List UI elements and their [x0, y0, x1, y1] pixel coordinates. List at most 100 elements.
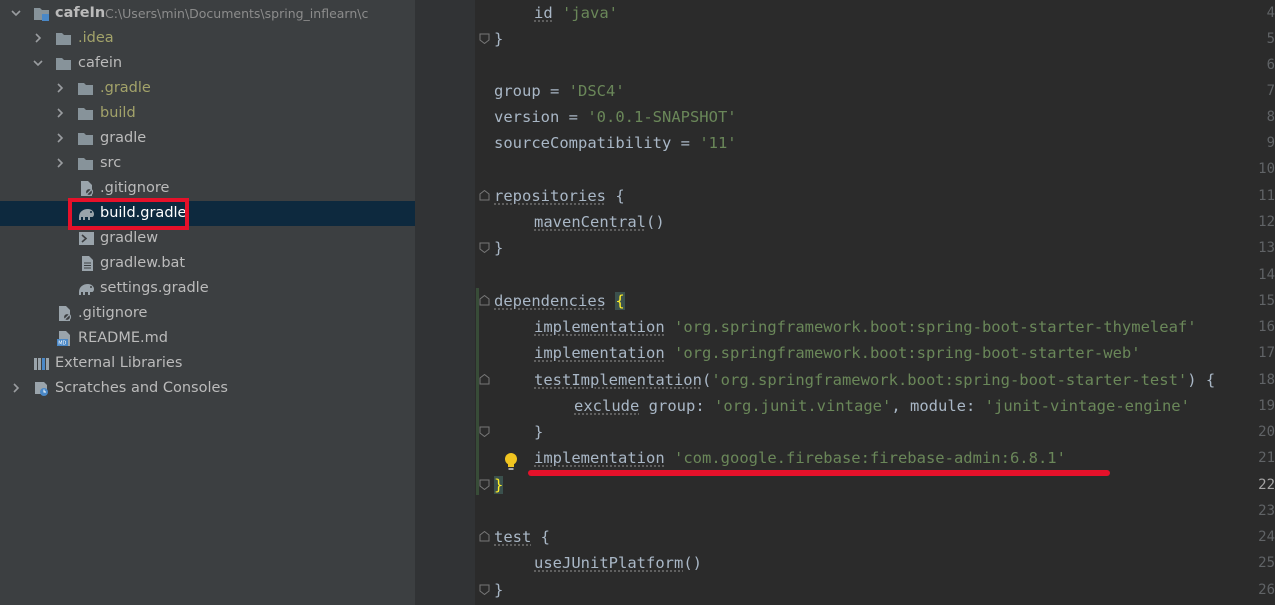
code-line[interactable]: implementation 'com.google.firebase:fire… — [494, 445, 1066, 471]
tree-row-root[interactable]: cafeIn C:\Users\min\Documents\spring_inf… — [0, 1, 415, 26]
text-file-icon — [82, 256, 93, 271]
fold-end-icon[interactable] — [479, 479, 490, 490]
tree-item-gradlew-bat[interactable]: gradlew.bat — [0, 251, 415, 276]
line-number: 8 — [1266, 109, 1275, 125]
tree-root-name: cafeIn — [55, 5, 106, 21]
line-number: 5 — [1266, 31, 1275, 47]
chevron-right-icon[interactable] — [10, 382, 22, 394]
matched-brace: } — [494, 476, 504, 494]
code-line[interactable]: implementation 'org.springframework.boot… — [494, 314, 1197, 340]
gradle-elephant-icon — [79, 284, 94, 295]
tree-item-scratches[interactable]: Scratches and Consoles — [0, 376, 415, 401]
libraries-icon — [34, 358, 49, 370]
tree-item-build[interactable]: build — [0, 101, 415, 126]
code-line[interactable]: dependencies { — [494, 288, 625, 314]
lightbulb-icon[interactable] — [504, 452, 518, 472]
code-line[interactable]: } — [494, 577, 503, 603]
fold-start-icon[interactable] — [479, 531, 490, 542]
vcs-change-marker — [476, 288, 479, 495]
line-number: 17 — [1258, 345, 1275, 361]
code-line[interactable]: repositories { — [494, 183, 625, 209]
chevron-down-icon[interactable] — [32, 57, 44, 69]
fold-start-icon[interactable] — [479, 190, 490, 201]
code-line[interactable]: id 'java' — [494, 0, 618, 26]
string-literal: 'org.springframework.boot:spring-boot-st… — [674, 318, 1197, 336]
code-line[interactable]: useJUnitPlatform() — [494, 550, 702, 576]
tree-item-label: gradle — [100, 130, 147, 146]
line-number-gutter — [415, 0, 475, 605]
code-line[interactable]: test { — [494, 524, 550, 550]
fold-start-icon[interactable] — [479, 374, 490, 385]
code-line[interactable]: version = '0.0.1-SNAPSHOT' — [494, 104, 737, 130]
line-number: 12 — [1258, 214, 1275, 230]
terminal-script-icon — [79, 232, 94, 245]
tree-item-label: gradlew — [100, 230, 159, 246]
tree-item-label: External Libraries — [55, 355, 183, 371]
chevron-right-icon[interactable] — [32, 32, 44, 44]
code-line[interactable]: sourceCompatibility = '11' — [494, 130, 737, 156]
identifier: implementation — [534, 449, 665, 467]
code-line[interactable]: } — [494, 419, 543, 445]
line-number: 20 — [1258, 424, 1275, 440]
identifier: mavenCentral — [534, 213, 646, 231]
tree-item-gradlew[interactable]: gradlew — [0, 226, 415, 251]
tree-item-external-libraries[interactable]: External Libraries — [0, 351, 415, 376]
fold-end-icon[interactable] — [479, 242, 490, 253]
code-line[interactable]: } — [494, 26, 503, 52]
chevron-right-icon[interactable] — [54, 107, 66, 119]
folder-icon — [78, 158, 93, 170]
tree-item-cafein[interactable]: cafein — [0, 51, 415, 76]
string-literal: 'org.springframework.boot:spring-boot-st… — [711, 371, 1188, 389]
tree-item-label: gradlew.bat — [100, 255, 186, 271]
tree-item-idea[interactable]: .idea — [0, 26, 415, 51]
tree-item-readme[interactable]: MD README.md — [0, 326, 415, 351]
identifier: id — [534, 4, 553, 22]
fold-end-icon[interactable] — [479, 584, 490, 595]
string-literal: 'junit-vintage-engine' — [984, 397, 1190, 415]
identifier: implementation — [534, 318, 665, 336]
tree-item-settings-gradle[interactable]: settings.gradle — [0, 276, 415, 301]
chevron-right-icon[interactable] — [54, 82, 66, 94]
identifier: useJUnitPlatform — [534, 554, 684, 572]
line-number: 26 — [1258, 582, 1275, 598]
tree-item-dot-gradle[interactable]: .gradle — [0, 76, 415, 101]
annotation-underline — [528, 470, 1110, 476]
identifier: implementation — [534, 344, 665, 362]
string-literal: 'org.junit.vintage' — [714, 397, 892, 415]
code-line[interactable]: group = 'DSC4' — [494, 78, 625, 104]
tree-item-src[interactable]: src — [0, 151, 415, 176]
code-line[interactable]: testImplementation('org.springframework.… — [494, 367, 1215, 393]
code-line[interactable]: mavenCentral() — [494, 209, 665, 235]
tree-item-gradle[interactable]: gradle — [0, 126, 415, 151]
line-number: 10 — [1258, 161, 1275, 177]
tree-item-label: Scratches and Consoles — [55, 380, 228, 396]
line-number: 9 — [1266, 135, 1275, 151]
fold-end-icon[interactable] — [479, 426, 490, 437]
chevron-down-icon[interactable] — [10, 7, 22, 19]
tree-item-label: .gradle — [100, 80, 151, 96]
code-line[interactable]: implementation 'org.springframework.boot… — [494, 340, 1141, 366]
tree-item-label: cafein — [78, 55, 123, 71]
tree-item-gitignore[interactable]: .gitignore — [0, 176, 415, 201]
code-editor[interactable]: 4 5 6 7 8 9 10 11 12 13 14 15 16 17 18 1… — [415, 0, 1275, 605]
tree-item-gitignore-root[interactable]: .gitignore — [0, 301, 415, 326]
tree-item-build-gradle[interactable]: build.gradle — [0, 201, 415, 226]
fold-end-icon[interactable] — [479, 33, 490, 44]
fold-start-icon[interactable] — [479, 295, 490, 306]
code-line[interactable]: } — [494, 235, 503, 261]
line-number: 14 — [1258, 267, 1275, 283]
code-line[interactable]: exclude group: 'org.junit.vintage', modu… — [494, 393, 1190, 419]
folder-icon — [78, 83, 93, 95]
line-number: 21 — [1258, 450, 1275, 466]
folder-icon — [78, 133, 93, 145]
code-line[interactable]: } — [494, 472, 504, 498]
gitignore-file-icon — [59, 306, 72, 322]
line-number: 11 — [1258, 188, 1275, 204]
line-number: 6 — [1266, 57, 1275, 73]
chevron-right-icon[interactable] — [54, 157, 66, 169]
string-literal: '0.0.1-SNAPSHOT' — [587, 108, 737, 126]
annotation-highlight-box — [68, 198, 189, 230]
tree-item-label: .gitignore — [78, 305, 148, 321]
string-literal: 'com.google.firebase:firebase-admin:6.8.… — [674, 449, 1066, 467]
chevron-right-icon[interactable] — [54, 132, 66, 144]
